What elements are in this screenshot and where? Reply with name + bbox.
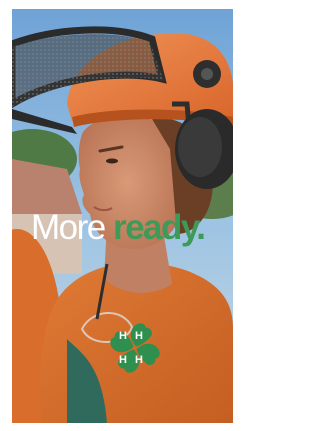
headline-word-more: More: [31, 208, 113, 247]
four-leaf-clover-icon: H H H H: [110, 323, 160, 373]
headline-word-ready: ready.: [112, 208, 206, 247]
clover-leaves: [110, 323, 160, 373]
clover-letter-1: H: [119, 330, 127, 342]
ad-frame[interactable]: More ready. H H H H: [12, 9, 233, 423]
clover-letter-3: H: [119, 354, 127, 366]
headline: More ready.: [31, 208, 206, 247]
clover-letter-2: H: [135, 330, 143, 342]
clover-letter-4: H: [135, 354, 143, 366]
